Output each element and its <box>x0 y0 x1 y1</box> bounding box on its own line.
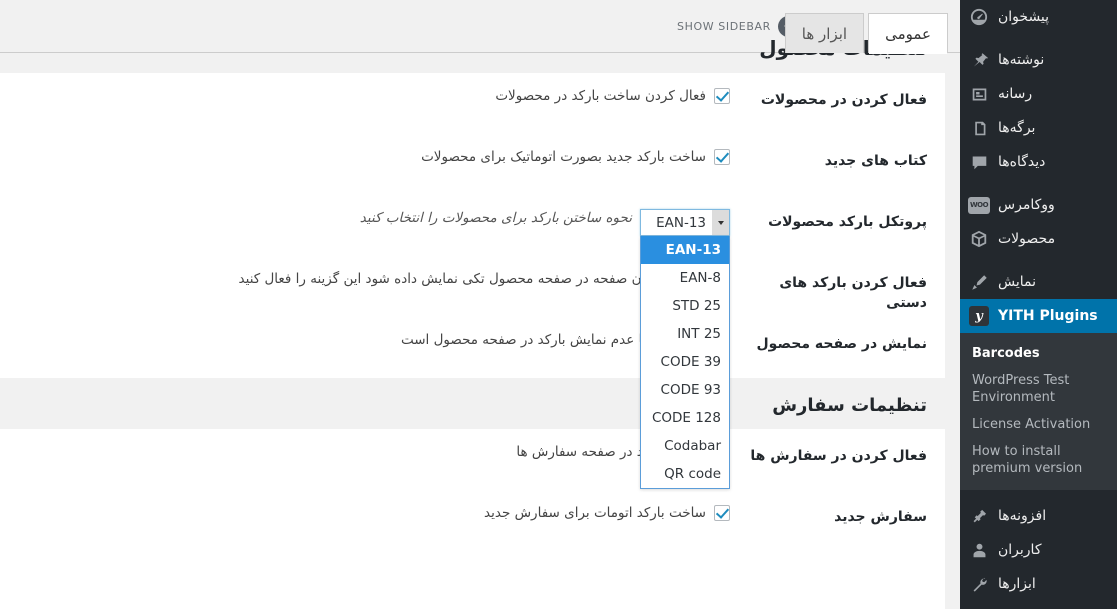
checkbox-enable-products[interactable] <box>714 88 730 104</box>
row-field-show-on-product-page: ای نمایش یا عدم نمایش بارکد در صفحه محصو… <box>0 331 730 350</box>
sidebar-item-products[interactable]: محصولات <box>960 222 1117 256</box>
row-field-barcode-protocol: EAN-13 EAN-13 EAN-8 STD 25 INT 25 CODE 3… <box>0 209 730 489</box>
sidebar-item-plugins[interactable]: افزونه‌ها <box>960 499 1117 533</box>
row-show-on-product-page: نمایش در صفحه محصول ای نمایش یا عدم نمای… <box>0 317 945 378</box>
submenu-item-barcodes[interactable]: Barcodes <box>960 340 1117 367</box>
row-enable-products: فعال کردن در محصولات فعال کردن ساخت بارک… <box>0 73 945 134</box>
barcode-protocol-select-stack: EAN-13 EAN-13 EAN-8 STD 25 INT 25 CODE 3… <box>640 209 730 489</box>
products-icon <box>968 228 990 250</box>
row-new-books: کتاب های جدید ساخت بارکد جدید بصورت اتوم… <box>0 134 945 195</box>
barcode-protocol-value: EAN-13 <box>656 214 706 231</box>
sidebar-separator <box>960 256 1117 265</box>
admin-sidebar: پیشخوان نوشته‌ها رسانه برگه‌ها دید <box>960 0 1117 609</box>
sidebar-item-comments[interactable]: دیدگاه‌ها <box>960 145 1117 179</box>
yith-icon: y <box>968 305 990 327</box>
option-std-25[interactable]: STD 25 <box>641 292 729 320</box>
section-header-order: تنظیمات سفارش <box>0 378 945 429</box>
option-code-93[interactable]: CODE 93 <box>641 376 729 404</box>
sidebar-item-plugins-label: افزونه‌ها <box>998 508 1047 524</box>
tools-icon <box>968 573 990 595</box>
sidebar-submenu-yith: Barcodes WordPress Test Environment Lice… <box>960 333 1117 490</box>
tab-general-label: عمومی <box>885 24 931 43</box>
section-title-order: تنظیمات سفارش <box>772 395 927 416</box>
sidebar-item-posts-label: نوشته‌ها <box>998 52 1045 68</box>
row-field-new-order: ساخت بارکد اتومات برای سفارش جدید <box>0 504 730 523</box>
sidebar-item-comments-label: دیدگاه‌ها <box>998 154 1046 170</box>
sidebar-item-dashboard[interactable]: پیشخوان <box>960 0 1117 34</box>
desc-manual-barcodes: خواهید عنوان صفحه در صفحه محصول تکی نمای… <box>238 271 706 287</box>
tab-general[interactable]: عمومی <box>868 13 948 54</box>
option-qr-code[interactable]: QR code <box>641 460 729 488</box>
admin-page: عمومی ابزار ها SHOW SIDEBAR تنظیمات محصو… <box>0 0 1117 609</box>
sidebar-item-yith-plugins[interactable]: YITH Plugins y <box>960 299 1117 333</box>
option-int-25[interactable]: INT 25 <box>641 320 729 348</box>
submenu-item-wordpress-test-environment[interactable]: WordPress Test Environment <box>960 367 1117 411</box>
row-label-new-books: کتاب های جدید <box>824 153 927 169</box>
tab-tools[interactable]: ابزار ها <box>784 13 865 53</box>
option-codabar[interactable]: Codabar <box>641 432 729 460</box>
pin-icon <box>968 49 990 71</box>
tab-tools-label: ابزار ها <box>801 24 848 43</box>
media-icon <box>968 83 990 105</box>
show-sidebar-label: SHOW SIDEBAR <box>677 19 771 33</box>
option-code-39[interactable]: CODE 39 <box>641 348 729 376</box>
desc-enable-products: فعال کردن ساخت بارکد در محصولات <box>495 88 706 104</box>
row-label-new-order: سفارش جدید <box>834 509 927 525</box>
barcode-protocol-select[interactable]: EAN-13 <box>640 209 730 236</box>
dashboard-icon <box>968 6 990 28</box>
users-icon <box>968 539 990 561</box>
sidebar-item-yith-plugins-label: YITH Plugins <box>998 308 1098 324</box>
appearance-icon <box>968 271 990 293</box>
sidebar-item-pages-label: برگه‌ها <box>998 120 1036 136</box>
sidebar-separator <box>960 179 1117 188</box>
checkbox-new-order[interactable] <box>714 505 730 521</box>
sidebar-item-tools[interactable]: ابزارها <box>960 567 1117 601</box>
sidebar-item-users[interactable]: کاربران <box>960 533 1117 567</box>
row-new-order: سفارش جدید ساخت بارکد اتومات برای سفارش … <box>0 490 945 551</box>
row-barcode-protocol: پروتکل بارکد محصولات EAN-13 EAN-13 EAN-8 <box>0 195 945 489</box>
plugins-icon <box>968 505 990 527</box>
sidebar-item-appearance-label: نمایش <box>998 274 1037 290</box>
main-content: عمومی ابزار ها SHOW SIDEBAR تنظیمات محصو… <box>0 0 960 609</box>
row-enable-orders: فعال کردن در سفارش ها ساخت بارکد در صفحه… <box>0 429 945 490</box>
option-ean-13[interactable]: EAN-13 <box>641 236 729 264</box>
option-code-128[interactable]: CODE 128 <box>641 404 729 432</box>
sidebar-item-tools-label: ابزارها <box>998 576 1036 592</box>
sidebar-item-pages[interactable]: برگه‌ها <box>960 111 1117 145</box>
comments-icon <box>968 151 990 173</box>
row-manual-barcodes: فعال کردن بارکد های دستی خواهید عنوان صف… <box>0 256 945 317</box>
sidebar-item-woocommerce-label: ووکامرس <box>998 197 1055 213</box>
sidebar-item-products-label: محصولات <box>998 231 1056 247</box>
row-field-enable-products: فعال کردن ساخت بارکد در محصولات <box>0 87 730 106</box>
row-field-manual-barcodes: خواهید عنوان صفحه در صفحه محصول تکی نمای… <box>0 270 730 289</box>
desc-new-order: ساخت بارکد اتومات برای سفارش جدید <box>484 505 706 521</box>
settings-panel: SHOW SIDEBAR تنظیمات محصول فعال کردن در … <box>0 15 945 609</box>
sidebar-item-woocommerce[interactable]: ووکامرس WOO <box>960 188 1117 222</box>
checkbox-new-books[interactable] <box>714 149 730 165</box>
barcode-protocol-options[interactable]: EAN-13 EAN-8 STD 25 INT 25 CODE 39 CODE … <box>640 236 730 489</box>
chevron-down-icon <box>712 210 729 235</box>
sidebar-item-media-label: رسانه <box>998 86 1033 102</box>
row-field-new-books: ساخت بارکد جدید بصورت اتوماتیک برای محصو… <box>0 148 730 167</box>
option-ean-8[interactable]: EAN-8 <box>641 264 729 292</box>
row-label-barcode-protocol: پروتکل بارکد محصولات <box>768 214 927 230</box>
row-label-show-on-product-page: نمایش در صفحه محصول <box>756 336 927 352</box>
sidebar-item-media[interactable]: رسانه <box>960 77 1117 111</box>
submenu-item-how-to-install-premium[interactable]: How to install premium version <box>960 438 1117 482</box>
row-label-enable-orders: فعال کردن در سفارش ها <box>750 448 927 464</box>
sidebar-item-dashboard-label: پیشخوان <box>998 9 1050 25</box>
desc-new-books: ساخت بارکد جدید بصورت اتوماتیک برای محصو… <box>421 149 706 165</box>
sidebar-separator <box>960 34 1117 43</box>
sidebar-item-posts[interactable]: نوشته‌ها <box>960 43 1117 77</box>
row-label-manual-barcodes: فعال کردن بارکد های دستی <box>779 275 927 311</box>
row-label-enable-products: فعال کردن در محصولات <box>760 92 927 108</box>
sidebar-item-appearance[interactable]: نمایش <box>960 265 1117 299</box>
woocommerce-icon: WOO <box>968 194 990 216</box>
sidebar-separator <box>960 490 1117 499</box>
row-field-enable-orders: ساخت بارکد در صفحه سفارش ها <box>0 443 730 462</box>
pages-icon <box>968 117 990 139</box>
desc-barcode-protocol: نحوه ساختن بارکد برای محصولات را انتخاب … <box>359 210 632 226</box>
sidebar-item-users-label: کاربران <box>998 542 1042 558</box>
submenu-item-license-activation[interactable]: License Activation <box>960 411 1117 438</box>
